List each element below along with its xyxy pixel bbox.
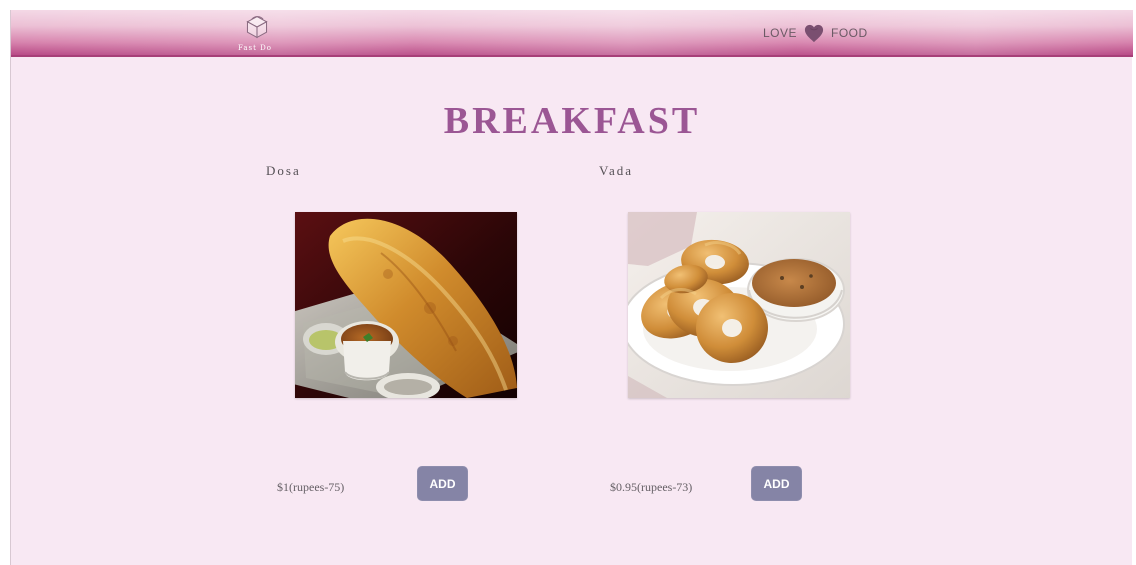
item-name-dosa: Dosa bbox=[266, 163, 301, 178]
item-name-vada: Vada bbox=[599, 163, 633, 178]
heart-icon bbox=[804, 24, 824, 43]
love-food-tagline: LOVE FOOD bbox=[763, 23, 868, 43]
breakfast-page: Fast Do LOVE FOOD BREAKFAST Dosa Vada $1… bbox=[0, 0, 1136, 565]
dosa-image bbox=[295, 212, 517, 398]
site-header: Fast Do LOVE FOOD bbox=[11, 10, 1133, 57]
site-logo[interactable]: Fast Do bbox=[238, 14, 288, 54]
vada-illustration bbox=[628, 212, 850, 398]
add-vada-button[interactable]: ADD bbox=[751, 466, 802, 501]
add-dosa-button[interactable]: ADD bbox=[417, 466, 468, 501]
food-label: FOOD bbox=[831, 26, 868, 40]
page-content: Fast Do LOVE FOOD BREAKFAST Dosa Vada $1… bbox=[10, 10, 1133, 565]
dosa-illustration bbox=[295, 212, 517, 398]
fast-food-box-icon bbox=[246, 16, 268, 39]
love-label: LOVE bbox=[763, 26, 798, 40]
page-title: BREAKFAST bbox=[443, 100, 701, 143]
logo-text: Fast Do bbox=[238, 44, 273, 52]
vada-image bbox=[628, 212, 850, 398]
vada-price: $0.95(rupees-73) bbox=[610, 480, 693, 494]
dosa-price: $1(rupees-75) bbox=[277, 480, 345, 494]
